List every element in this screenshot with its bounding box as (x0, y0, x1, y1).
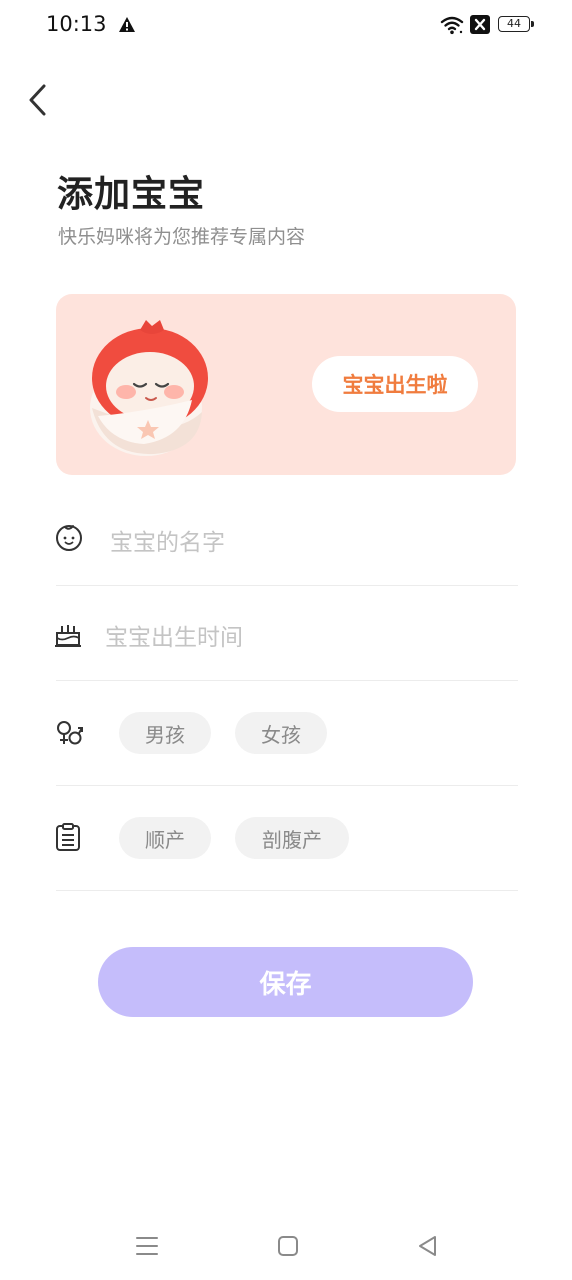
back-icon[interactable] (415, 1233, 441, 1259)
baby-born-banner: 宝宝出生啦 (56, 294, 516, 475)
wifi-icon (440, 16, 464, 35)
divider (56, 890, 518, 891)
divider (56, 785, 518, 786)
save-button[interactable]: 保存 (98, 947, 473, 1017)
no-sim-icon (470, 15, 490, 34)
c-section-option[interactable]: 剖腹产 (235, 817, 349, 859)
natural-birth-option[interactable]: 顺产 (119, 817, 211, 859)
baby-mascot-icon (90, 320, 208, 456)
battery-icon: 44 (498, 16, 536, 34)
clipboard-icon (56, 823, 80, 851)
menu-icon[interactable] (134, 1233, 160, 1259)
baby-born-button[interactable]: 宝宝出生啦 (312, 356, 478, 412)
back-button[interactable] (22, 82, 54, 118)
girl-option[interactable]: 女孩 (235, 712, 327, 754)
status-time: 10:13 (46, 12, 107, 36)
baby-face-icon (56, 525, 82, 551)
battery-level: 44 (498, 16, 530, 32)
page-title: 添加宝宝 (57, 174, 206, 215)
gender-icon (57, 721, 83, 745)
alert-icon (119, 17, 135, 32)
birthday-cake-icon (55, 625, 81, 647)
baby-name-input[interactable]: 宝宝的名字 (110, 523, 225, 557)
birth-time-input[interactable]: 宝宝出生时间 (105, 618, 243, 652)
boy-option[interactable]: 男孩 (119, 712, 211, 754)
home-icon[interactable] (275, 1233, 301, 1259)
divider (56, 680, 518, 681)
page-subtitle: 快乐妈咪将为您推荐专属内容 (58, 226, 306, 248)
divider (56, 585, 518, 586)
